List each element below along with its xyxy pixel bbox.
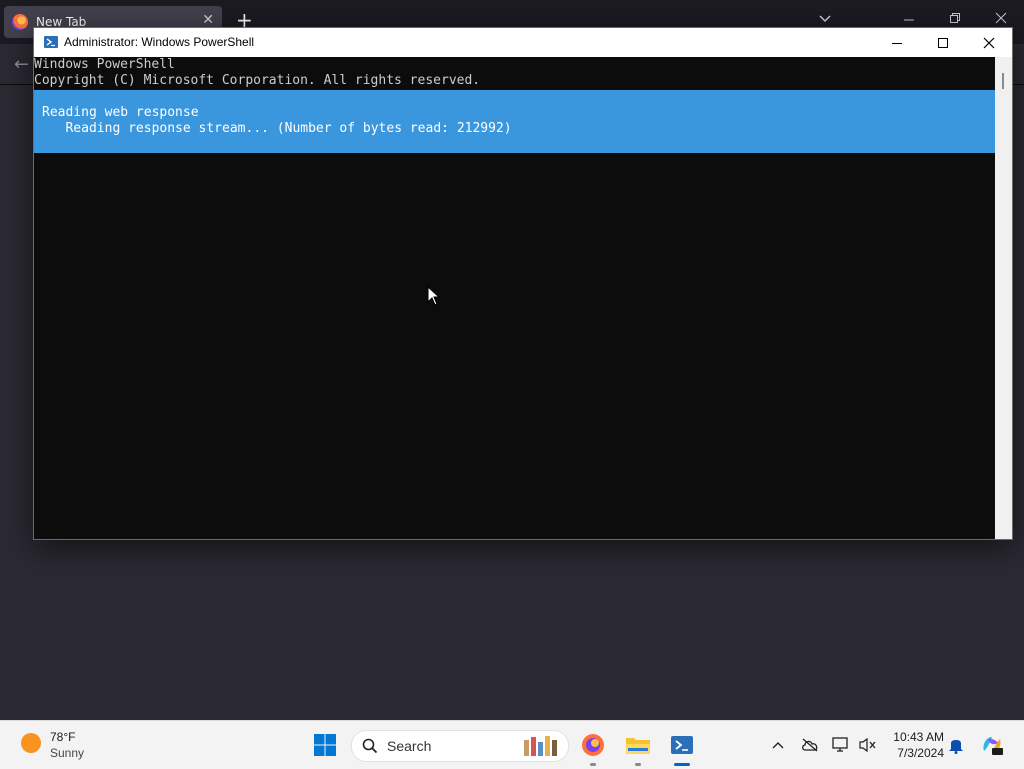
minimize-icon	[892, 42, 902, 44]
console-line: Copyright (C) Microsoft Corporation. All…	[34, 73, 481, 88]
close-icon	[983, 37, 995, 48]
taskbar-firefox[interactable]	[577, 729, 609, 766]
chevron-up-icon	[772, 742, 784, 749]
chevron-down-icon	[819, 15, 831, 23]
sun-icon	[21, 733, 41, 753]
folder-icon	[626, 738, 650, 754]
volume-tray-icon[interactable]	[858, 735, 878, 755]
powershell-icon	[44, 36, 58, 48]
weather-temperature: 78°F	[50, 730, 76, 744]
firefox-icon	[582, 734, 604, 756]
restore-icon	[950, 13, 960, 23]
notifications-button[interactable]	[946, 735, 966, 755]
search-icon	[362, 738, 378, 754]
progress-banner: Reading web response Reading response st…	[34, 90, 995, 153]
browser-close-button[interactable]	[995, 12, 1007, 28]
window-title: Administrator: Windows PowerShell	[64, 35, 255, 49]
copilot-button[interactable]	[980, 733, 1004, 757]
network-icon	[832, 737, 848, 752]
running-indicator	[590, 763, 596, 766]
bell-icon	[949, 740, 963, 754]
copilot-icon	[983, 737, 1003, 755]
progress-activity: Reading web response	[42, 105, 199, 120]
windows-logo-icon	[314, 734, 336, 756]
taskbar-search[interactable]: Search	[351, 730, 569, 762]
vertical-scrollbar[interactable]	[995, 57, 1012, 539]
powershell-window: Administrator: Windows PowerShell Window…	[33, 27, 1013, 540]
clock-time: 10:43 AM	[893, 730, 944, 744]
running-indicator	[635, 763, 641, 766]
console-output[interactable]: Windows PowerShell Copyright (C) Microso…	[34, 57, 995, 539]
search-highlight-icon	[524, 736, 557, 756]
scrollbar-thumb[interactable]	[1002, 73, 1004, 89]
taskbar-powershell[interactable]	[666, 729, 698, 766]
browser-restore-button[interactable]	[949, 12, 961, 28]
powershell-titlebar[interactable]: Administrator: Windows PowerShell	[34, 28, 1012, 57]
console-line: Windows PowerShell	[34, 57, 175, 72]
tab-close-button[interactable]: ✕	[202, 12, 214, 28]
speaker-muted-icon	[859, 737, 876, 753]
taskbar-file-explorer[interactable]	[622, 729, 654, 766]
minimize-button[interactable]	[874, 28, 920, 57]
weather-condition: Sunny	[50, 746, 85, 760]
browser-minimize-button[interactable]	[903, 12, 915, 28]
active-indicator	[674, 763, 690, 766]
maximize-icon	[938, 37, 948, 48]
show-hidden-icons-button[interactable]	[768, 735, 788, 755]
search-label: Search	[387, 738, 432, 754]
network-tray-icon[interactable]	[831, 735, 851, 755]
mouse-cursor-icon	[427, 286, 441, 306]
close-button[interactable]	[966, 28, 1012, 57]
close-icon	[995, 12, 1007, 24]
list-all-tabs-button[interactable]	[818, 12, 832, 28]
cloud-offline-icon	[802, 738, 818, 752]
minimize-icon	[904, 19, 914, 21]
maximize-button[interactable]	[920, 28, 966, 57]
back-button[interactable]: ←	[14, 54, 29, 75]
start-button[interactable]	[313, 733, 337, 757]
onedrive-tray-icon[interactable]	[800, 735, 820, 755]
progress-status: Reading response stream... (Number of by…	[42, 121, 512, 136]
taskbar: 78°F Sunny Search 10:43 AM 7/3/2024	[0, 720, 1024, 769]
powershell-icon	[671, 736, 693, 754]
firefox-icon	[12, 14, 28, 30]
clock-date: 7/3/2024	[897, 746, 944, 760]
